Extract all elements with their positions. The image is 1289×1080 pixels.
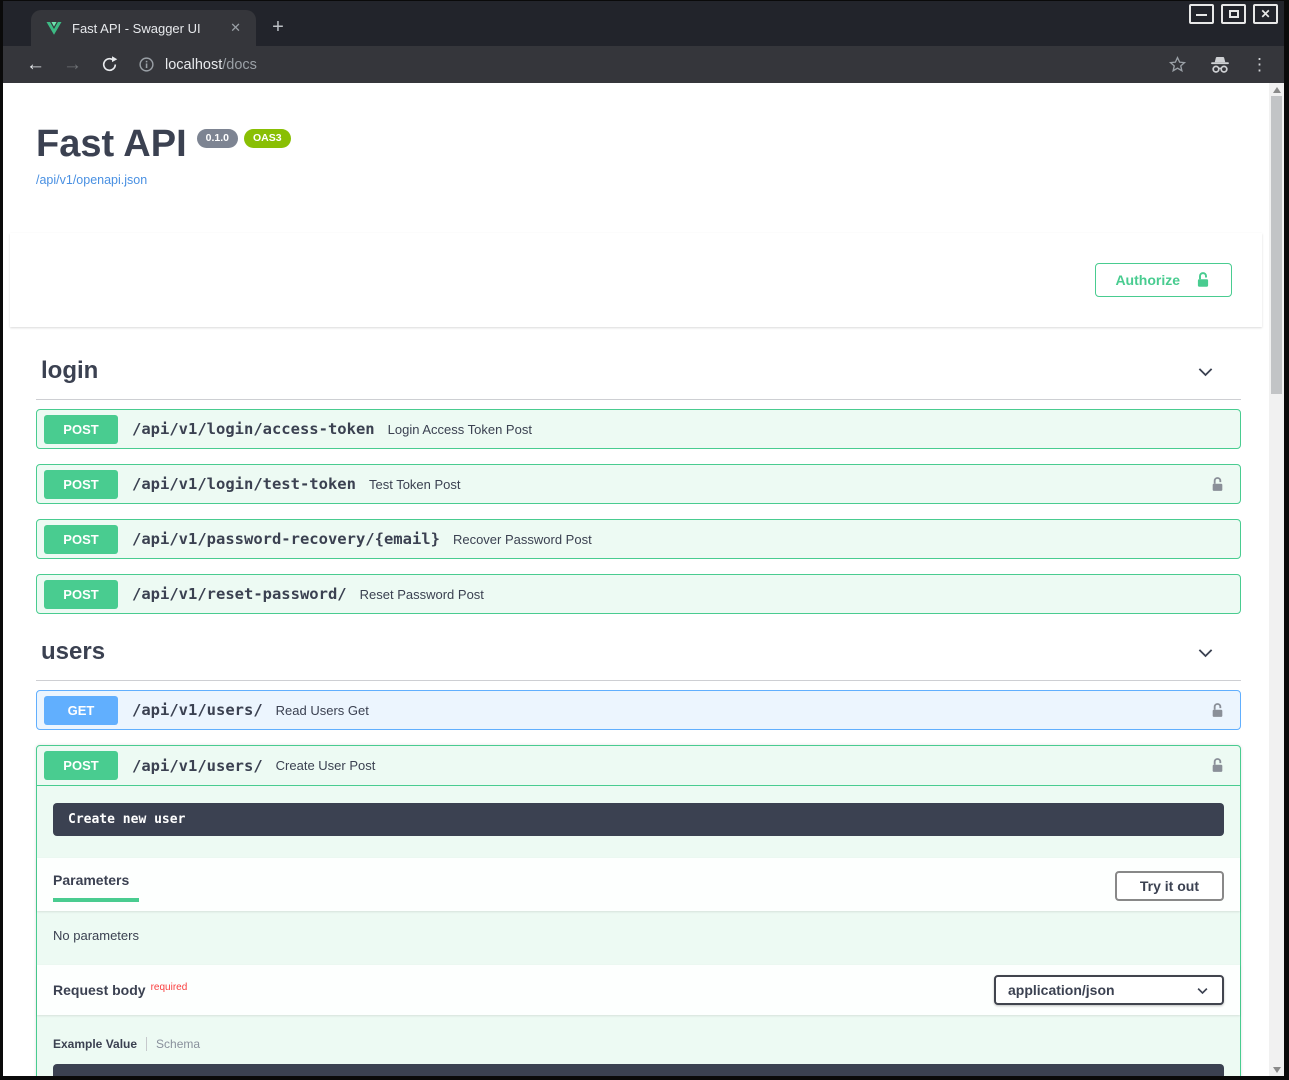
request-body-header: Request body required application/json bbox=[37, 965, 1240, 1015]
scroll-up-arrow[interactable] bbox=[1269, 83, 1284, 96]
endpoint-row-password-recovery[interactable]: POST /api/v1/password-recovery/{email} R… bbox=[36, 519, 1241, 559]
forward-button[interactable]: → bbox=[54, 55, 91, 74]
unlock-icon bbox=[1209, 702, 1226, 719]
endpoint-path: /api/v1/users/ bbox=[132, 757, 263, 775]
example-code-block: { bbox=[53, 1064, 1224, 1076]
method-badge: POST bbox=[44, 580, 118, 609]
endpoint-summary: Reset Password Post bbox=[360, 587, 484, 602]
section-login-header[interactable]: login bbox=[36, 349, 1241, 400]
endpoint-row-login-access-token[interactable]: POST /api/v1/login/access-token Login Ac… bbox=[36, 409, 1241, 449]
browser-toolbar: ← → localhost/docs bbox=[3, 46, 1284, 83]
endpoint-path: /api/v1/reset-password/ bbox=[132, 585, 347, 603]
method-badge: POST bbox=[44, 470, 118, 499]
unlock-icon bbox=[1209, 476, 1226, 493]
site-info-icon[interactable] bbox=[138, 56, 155, 73]
browser-tab[interactable]: Fast API - Swagger UI ✕ bbox=[31, 10, 256, 46]
request-body-label: Request body required bbox=[53, 982, 187, 998]
tab-separator bbox=[146, 1037, 147, 1051]
parameters-header: Parameters Try it out bbox=[37, 858, 1240, 911]
media-type-select[interactable]: application/json bbox=[994, 975, 1224, 1005]
version-badge: 0.1.0 bbox=[197, 129, 238, 148]
page-title: Fast API bbox=[36, 123, 187, 166]
swagger-ui: Fast API 0.1.0 OAS3 /api/v1/openapi.json… bbox=[3, 83, 1269, 1076]
tab-schema[interactable]: Schema bbox=[156, 1037, 200, 1051]
endpoint-row-login-test-token[interactable]: POST /api/v1/login/test-token Test Token… bbox=[36, 464, 1241, 504]
endpoint-summary: Test Token Post bbox=[369, 477, 461, 492]
url-host: localhost bbox=[165, 57, 222, 73]
tab-close-icon[interactable]: ✕ bbox=[225, 18, 246, 38]
page-viewport: Fast API 0.1.0 OAS3 /api/v1/openapi.json… bbox=[3, 83, 1284, 1076]
endpoint-summary: Create User Post bbox=[276, 758, 376, 773]
model-example-section: Example Value Schema { bbox=[37, 1015, 1240, 1076]
maximize-icon bbox=[1229, 10, 1239, 18]
oas3-badge: OAS3 bbox=[244, 129, 291, 148]
tab-title: Fast API - Swagger UI bbox=[72, 21, 225, 36]
window-maximize-button[interactable] bbox=[1221, 4, 1246, 24]
tab-example-value[interactable]: Example Value bbox=[53, 1037, 137, 1051]
window-close-button[interactable]: ✕ bbox=[1253, 4, 1278, 24]
reload-icon bbox=[100, 55, 119, 74]
url-path: /docs bbox=[222, 57, 257, 73]
endpoint-summary: Login Access Token Post bbox=[388, 422, 532, 437]
endpoint-path: /api/v1/login/access-token bbox=[132, 420, 375, 438]
back-button[interactable]: ← bbox=[17, 55, 54, 74]
minimize-icon bbox=[1196, 14, 1207, 16]
address-bar[interactable]: localhost/docs bbox=[138, 56, 1162, 73]
scrollbar-thumb[interactable] bbox=[1271, 96, 1282, 394]
authorize-label: Authorize bbox=[1115, 272, 1180, 288]
incognito-icon bbox=[1203, 55, 1237, 75]
bookmark-star-button[interactable] bbox=[1162, 55, 1193, 74]
scheme-container: Authorize bbox=[10, 233, 1262, 327]
endpoint-path: /api/v1/users/ bbox=[132, 701, 263, 719]
request-body-text: Request body bbox=[53, 982, 146, 998]
required-label: required bbox=[151, 982, 188, 993]
method-badge: POST bbox=[44, 415, 118, 444]
section-title: users bbox=[41, 638, 105, 666]
authorize-button[interactable]: Authorize bbox=[1095, 263, 1232, 297]
media-type-value: application/json bbox=[1008, 982, 1115, 998]
page-scrollbar[interactable] bbox=[1269, 83, 1284, 1076]
chevron-down-icon[interactable] bbox=[1195, 642, 1216, 663]
endpoint-summary: Read Users Get bbox=[276, 703, 369, 718]
no-parameters-text: No parameters bbox=[37, 911, 1240, 965]
new-tab-button[interactable]: + bbox=[265, 15, 291, 41]
auth-lock-button[interactable] bbox=[1207, 474, 1228, 495]
try-it-out-button[interactable]: Try it out bbox=[1115, 871, 1224, 901]
endpoint-path: /api/v1/password-recovery/{email} bbox=[132, 530, 440, 548]
favicon-icon bbox=[45, 19, 63, 37]
reload-button[interactable] bbox=[91, 55, 128, 74]
endpoint-path: /api/v1/login/test-token bbox=[132, 475, 356, 493]
unlock-icon bbox=[1209, 757, 1226, 774]
endpoint-row-reset-password[interactable]: POST /api/v1/reset-password/ Reset Passw… bbox=[36, 574, 1241, 614]
chevron-down-icon[interactable] bbox=[1195, 361, 1216, 382]
close-icon: ✕ bbox=[1260, 8, 1270, 20]
scroll-down-arrow[interactable] bbox=[1269, 1063, 1284, 1076]
chevron-down-icon bbox=[1195, 983, 1210, 998]
window-minimize-button[interactable] bbox=[1189, 4, 1214, 24]
browser-menu-button[interactable]: ⋮ bbox=[1247, 55, 1272, 75]
section-login: login POST /api/v1/login/access-token Lo… bbox=[36, 349, 1241, 614]
section-title: login bbox=[41, 357, 98, 385]
section-users-header[interactable]: users bbox=[36, 630, 1241, 681]
endpoint-row-read-users[interactable]: GET /api/v1/users/ Read Users Get bbox=[36, 690, 1241, 730]
method-badge: POST bbox=[44, 525, 118, 554]
parameters-tab: Parameters bbox=[53, 868, 139, 902]
section-users: users GET /api/v1/users/ Read Users Get bbox=[36, 630, 1241, 1076]
auth-lock-button[interactable] bbox=[1207, 700, 1228, 721]
titlebar: Fast API - Swagger UI ✕ + ✕ bbox=[3, 1, 1284, 46]
openapi-spec-link[interactable]: /api/v1/openapi.json bbox=[36, 173, 147, 187]
api-info: Fast API 0.1.0 OAS3 /api/v1/openapi.json bbox=[36, 123, 1241, 189]
auth-lock-button[interactable] bbox=[1207, 755, 1228, 776]
endpoint-row-create-user[interactable]: POST /api/v1/users/ Create User Post bbox=[37, 746, 1240, 786]
method-badge: POST bbox=[44, 751, 118, 780]
browser-window: Fast API - Swagger UI ✕ + ✕ ← → bbox=[0, 0, 1289, 1080]
opblock-create-user-expanded: POST /api/v1/users/ Create User Post Cre… bbox=[36, 745, 1241, 1076]
endpoint-summary: Recover Password Post bbox=[453, 532, 592, 547]
method-badge: GET bbox=[44, 696, 118, 725]
code-line: { bbox=[68, 1075, 76, 1076]
endpoint-description: Create new user bbox=[53, 803, 1224, 836]
unlock-icon bbox=[1194, 271, 1212, 289]
